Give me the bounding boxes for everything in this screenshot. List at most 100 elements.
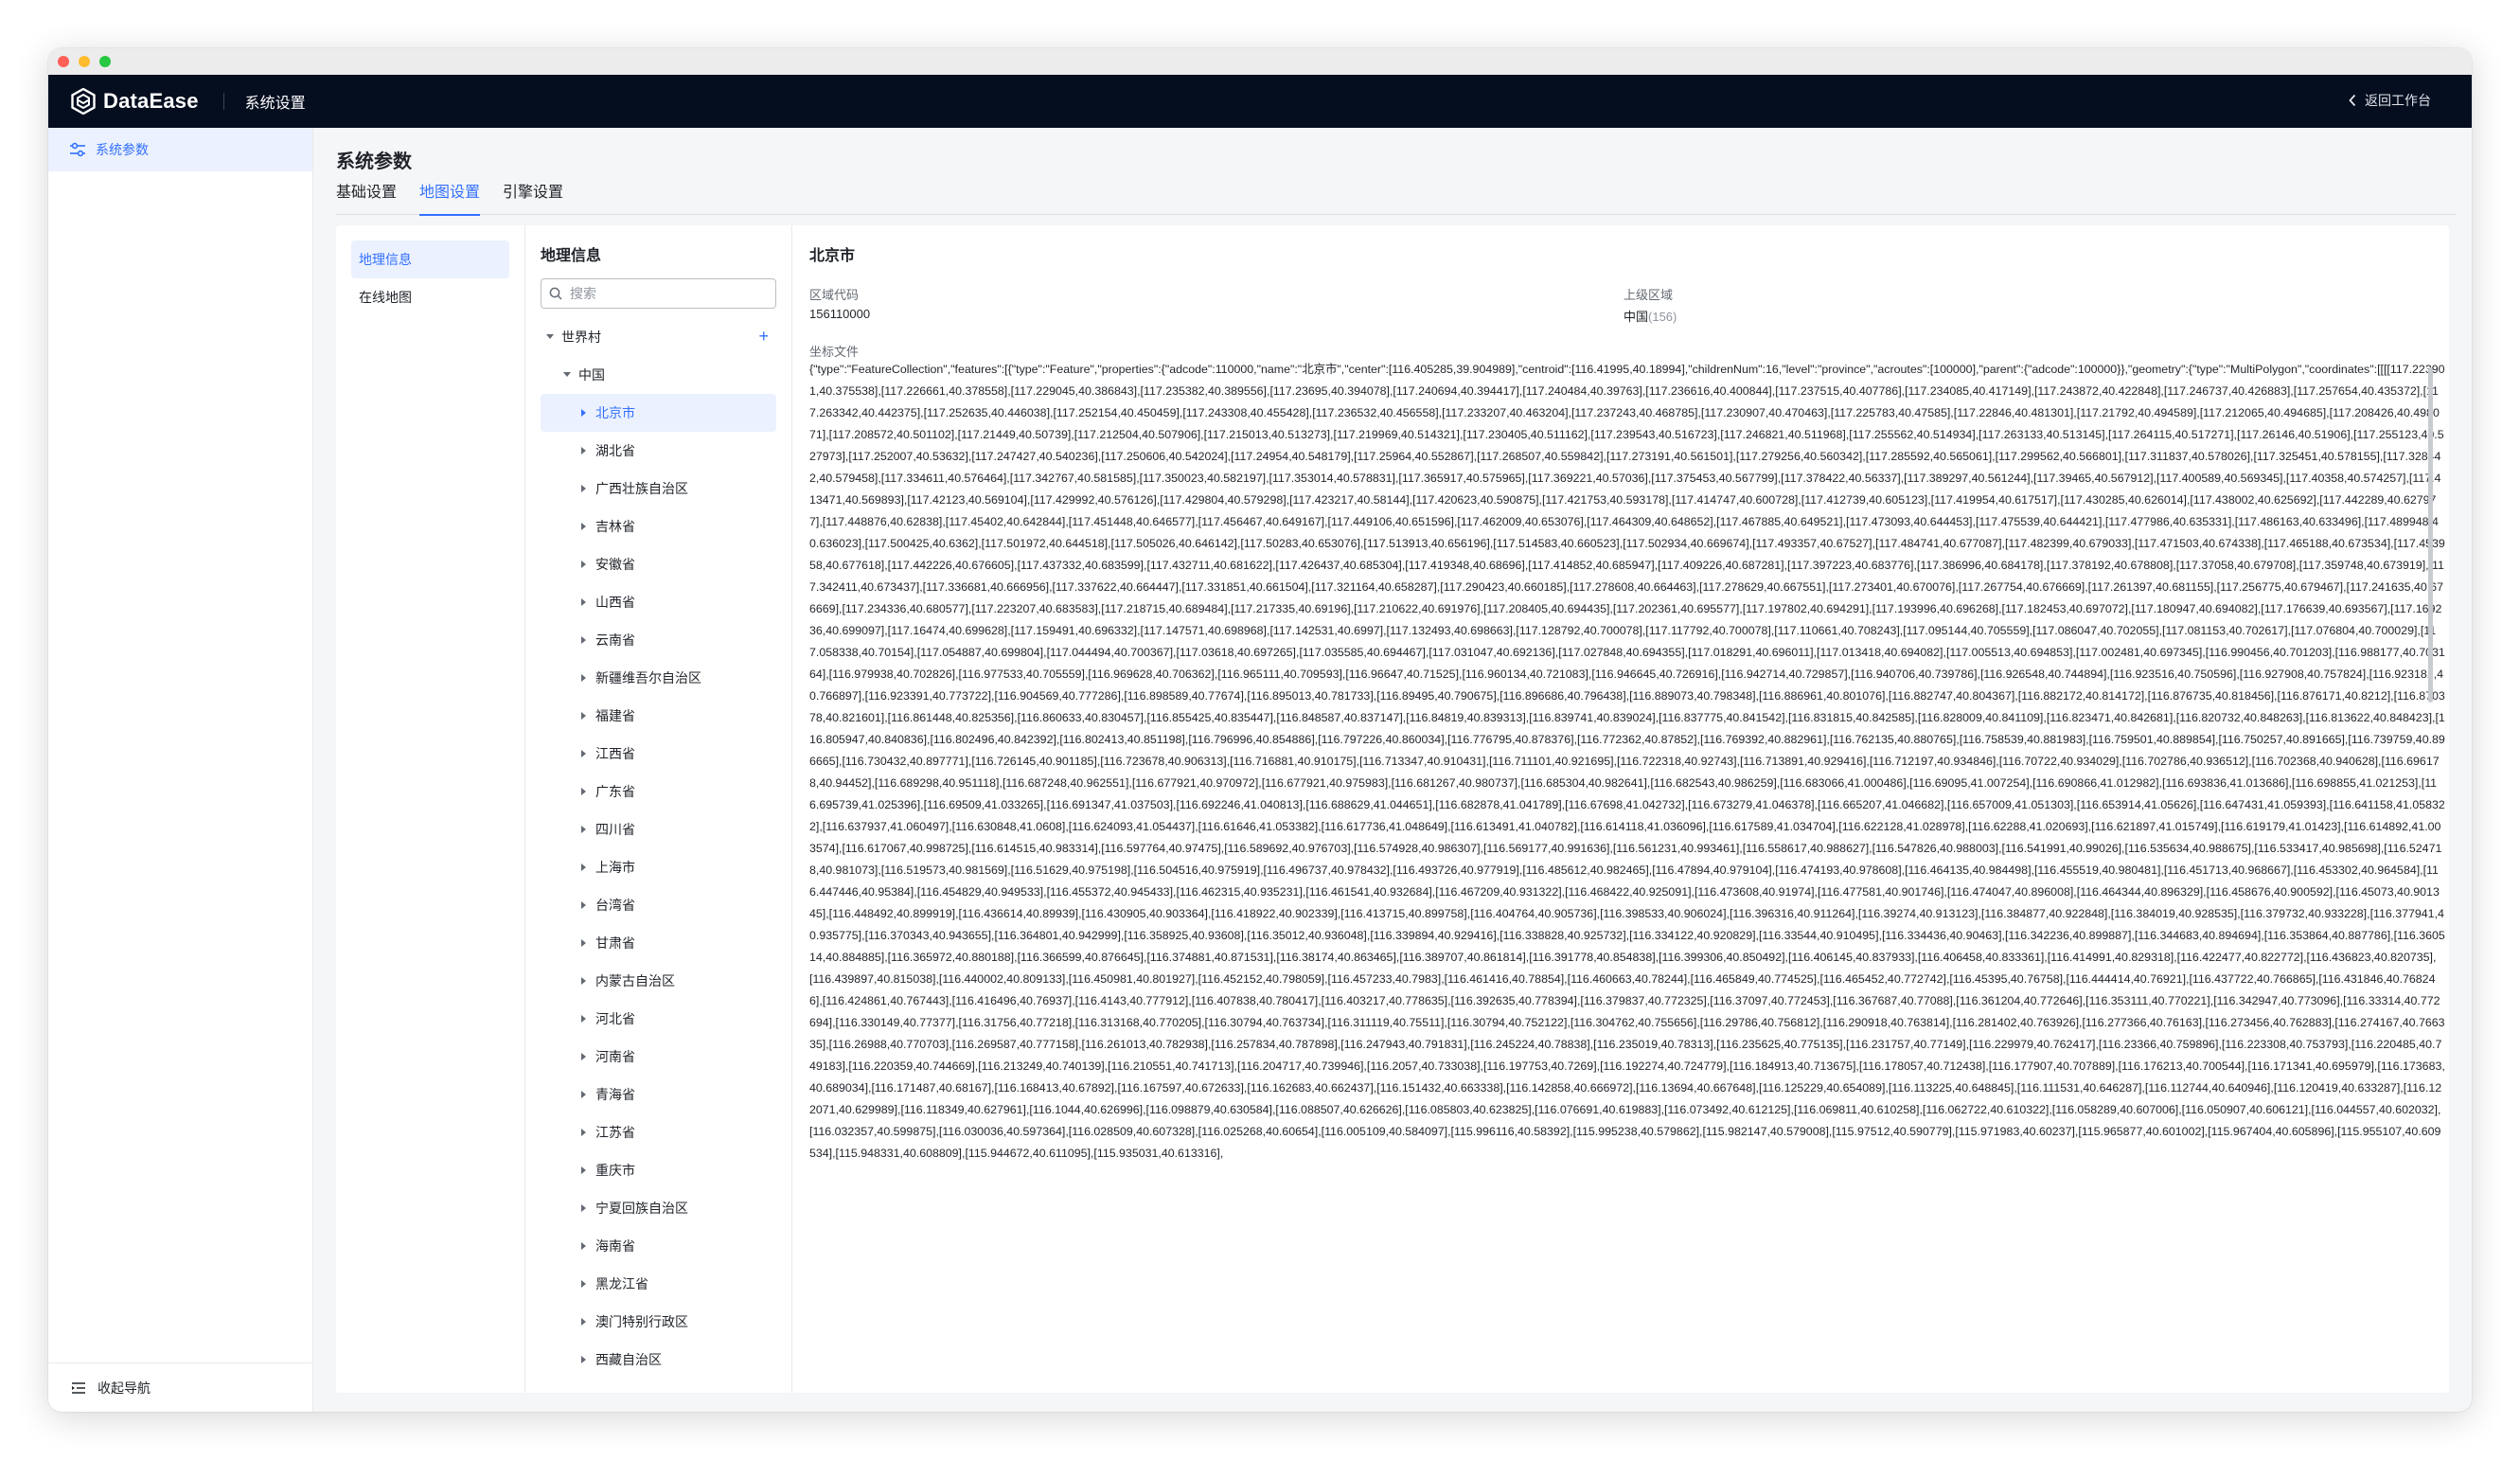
caret-right-icon[interactable] xyxy=(578,1240,590,1252)
tree-node-province[interactable]: 湖北省 xyxy=(541,432,776,470)
brand-logo[interactable]: DataEase xyxy=(71,88,199,115)
caret-right-icon[interactable] xyxy=(578,407,590,418)
caret-right-icon[interactable] xyxy=(578,1013,590,1024)
collapse-nav-button[interactable]: 收起导航 xyxy=(48,1362,312,1412)
caret-right-icon[interactable] xyxy=(578,1089,590,1100)
tree-node-province[interactable]: 云南省 xyxy=(541,621,776,659)
tree-node-province[interactable]: 广东省 xyxy=(541,773,776,810)
tree-node-label: 内蒙古自治区 xyxy=(595,973,675,988)
tree-node-province[interactable]: 河北省 xyxy=(541,1000,776,1038)
tree-node-province[interactable]: 四川省 xyxy=(541,810,776,848)
coord-file-content: {"type":"FeatureCollection","features":[… xyxy=(809,363,2445,1160)
tree-node-label: 台湾省 xyxy=(595,898,635,913)
minimize-window-button[interactable] xyxy=(79,56,90,67)
tree-node-province[interactable]: 吉林省 xyxy=(541,507,776,545)
caret-right-icon[interactable] xyxy=(578,975,590,987)
tree-node-label: 江苏省 xyxy=(595,1125,635,1140)
tree-node-province[interactable]: 西藏自治区 xyxy=(541,1341,776,1379)
add-area-button[interactable]: + xyxy=(758,328,769,345)
caret-right-icon[interactable] xyxy=(578,1127,590,1138)
caret-right-icon[interactable] xyxy=(578,445,590,456)
tab-basic-settings[interactable]: 基础设置 xyxy=(336,179,397,215)
tree-node-label: 上海市 xyxy=(595,860,635,875)
sidebar: 系统参数 收起导航 xyxy=(48,128,313,1412)
tree-node-province[interactable]: 海南省 xyxy=(541,1227,776,1265)
collapse-menu-icon xyxy=(72,1381,85,1394)
tree-node-province[interactable]: 北京市 xyxy=(541,394,776,432)
caret-right-icon[interactable] xyxy=(578,559,590,570)
tree-node-label: 青海省 xyxy=(595,1087,635,1102)
search-icon xyxy=(549,287,562,300)
tree-node-province[interactable]: 台湾省 xyxy=(541,886,776,924)
maximize-window-button[interactable] xyxy=(99,56,111,67)
tree-node-label: 海南省 xyxy=(595,1238,635,1254)
tree-node-province[interactable]: 青海省 xyxy=(541,1076,776,1113)
back-label: 返回工作台 xyxy=(2365,93,2431,108)
close-window-button[interactable] xyxy=(58,56,69,67)
caret-right-icon[interactable] xyxy=(578,1278,590,1290)
caret-right-icon[interactable] xyxy=(578,748,590,759)
tree-node-province[interactable]: 安徽省 xyxy=(541,545,776,583)
caret-right-icon[interactable] xyxy=(578,483,590,494)
caret-right-icon[interactable] xyxy=(578,786,590,797)
caret-right-icon[interactable] xyxy=(578,521,590,532)
tree-node-province[interactable]: 福建省 xyxy=(541,697,776,735)
area-code-value: 156110000 xyxy=(809,307,871,321)
caret-right-icon[interactable] xyxy=(578,1165,590,1176)
tree-node-province[interactable]: 内蒙古自治区 xyxy=(541,962,776,1000)
tree-node-label: 福建省 xyxy=(595,708,635,723)
tree-node-province[interactable]: 重庆市 xyxy=(541,1151,776,1189)
caret-right-icon[interactable] xyxy=(578,596,590,608)
geo-detail-panel: 北京市 区域代码 156110000 上级区域 中国(156) 坐标文件 {"t… xyxy=(792,225,2449,1393)
tree-node-province[interactable]: 澳门特别行政区 xyxy=(541,1303,776,1341)
caret-right-icon[interactable] xyxy=(578,824,590,835)
caret-right-icon[interactable] xyxy=(578,1051,590,1062)
detail-title: 北京市 xyxy=(809,248,856,264)
tree-node-province[interactable]: 河南省 xyxy=(541,1038,776,1076)
tree-node-province[interactable]: 黑龙江省 xyxy=(541,1265,776,1303)
caret-right-icon[interactable] xyxy=(578,1354,590,1365)
caret-down-icon[interactable] xyxy=(561,369,573,381)
settings-tabs: 基础设置 地图设置 引擎设置 xyxy=(336,179,2457,216)
tree-node-label: 云南省 xyxy=(595,632,635,648)
caret-right-icon[interactable] xyxy=(578,1316,590,1327)
geo-search-input[interactable] xyxy=(570,286,759,301)
tree-node-province[interactable]: 江苏省 xyxy=(541,1113,776,1151)
tree-node-province[interactable]: 山西省 xyxy=(541,583,776,621)
tree-node-world[interactable]: 世界村 + xyxy=(541,318,776,356)
tree-node-province[interactable]: 广西壮族自治区 xyxy=(541,470,776,507)
tree-node-province[interactable]: 甘肃省 xyxy=(541,924,776,962)
menu-item-geo-info[interactable]: 地理信息 xyxy=(351,240,509,278)
tree-node-label: 澳门特别行政区 xyxy=(595,1314,688,1329)
collapse-nav-label: 收起导航 xyxy=(98,1380,151,1396)
tree-node-province[interactable]: 宁夏回族自治区 xyxy=(541,1189,776,1227)
tab-map-settings[interactable]: 地图设置 xyxy=(419,179,481,216)
map-settings-menu: 地理信息 在线地图 xyxy=(336,225,525,1393)
tree-node-label: 甘肃省 xyxy=(595,935,635,951)
tree-node-label: 湖北省 xyxy=(595,443,635,458)
geo-tree-panel: 地理信息 世界村 + 中国 北京市湖北省广西壮族自治区吉林省安徽省山西省云南省新… xyxy=(525,225,792,1393)
caret-right-icon[interactable] xyxy=(578,1202,590,1214)
back-to-workbench-button[interactable]: 返回工作台 xyxy=(2348,91,2431,110)
caret-down-icon[interactable] xyxy=(544,331,556,343)
sidebar-item-system-params[interactable]: 系统参数 xyxy=(48,128,312,171)
tree-node-label: 安徽省 xyxy=(595,557,635,572)
tree-node-province[interactable]: 上海市 xyxy=(541,848,776,886)
tree-node-china[interactable]: 中国 xyxy=(541,356,776,394)
caret-right-icon[interactable] xyxy=(578,672,590,684)
tree-node-province[interactable]: 新疆维吾尔自治区 xyxy=(541,659,776,697)
tab-engine-settings[interactable]: 引擎设置 xyxy=(503,179,563,215)
tree-node-label: 黑龙江省 xyxy=(595,1276,648,1291)
caret-right-icon[interactable] xyxy=(578,634,590,646)
caret-right-icon[interactable] xyxy=(578,862,590,873)
coord-scrollbar[interactable] xyxy=(2428,367,2433,703)
caret-right-icon[interactable] xyxy=(578,710,590,721)
tree-node-label: 重庆市 xyxy=(595,1163,635,1178)
tree-node-province[interactable]: 江西省 xyxy=(541,735,776,773)
caret-right-icon[interactable] xyxy=(578,937,590,949)
map-settings-card: 地理信息 在线地图 地理信息 世界村 + 中国 北京市湖北省广西壮族自治区吉林省… xyxy=(336,225,2449,1393)
menu-item-online-map[interactable]: 在线地图 xyxy=(351,278,509,316)
top-navbar: DataEase 系统设置 返回工作台 xyxy=(48,75,2472,128)
caret-right-icon[interactable] xyxy=(578,899,590,911)
navbar-divider xyxy=(222,93,224,110)
